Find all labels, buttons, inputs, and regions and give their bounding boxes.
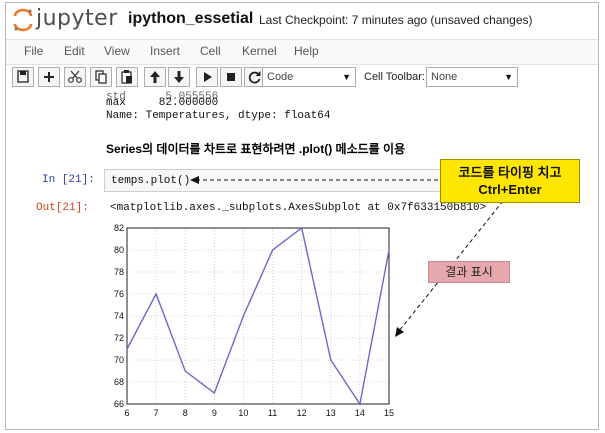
notebook-window: jupyter ipython_essetial Last Checkpoint…: [5, 2, 599, 430]
x-tick-label: 8: [183, 408, 188, 418]
y-tick-label: 74: [114, 311, 124, 321]
x-tick-label: 12: [297, 408, 307, 418]
y-tick-label: 72: [114, 333, 124, 343]
arrowhead-down-left-icon: [395, 327, 404, 337]
x-tick-label: 15: [384, 408, 394, 418]
x-tick-label: 7: [154, 408, 159, 418]
y-tick-label: 82: [114, 223, 124, 233]
x-tick-label: 10: [238, 408, 248, 418]
y-tick-label: 76: [114, 289, 124, 299]
line-chart: 6 7 8 9 10 11 12 13 14 15666870727476788082: [114, 176, 504, 418]
y-tick-label: 66: [114, 399, 124, 409]
code-hint-callout: 코드를 타이핑 치고 Ctrl+Enter: [440, 159, 580, 203]
result-callout: 결과 표시: [428, 261, 510, 283]
x-tick-label: 13: [326, 408, 336, 418]
arrowhead-left-icon: [190, 176, 199, 184]
y-tick-label: 80: [114, 245, 124, 255]
x-tick-label: 11: [268, 408, 277, 418]
y-tick-label: 70: [114, 355, 124, 365]
code-hint-text: 코드를 타이핑 치고: [458, 165, 562, 180]
x-tick-label: 14: [355, 408, 365, 418]
y-tick-label: 68: [114, 377, 124, 387]
x-tick-label: 6: [124, 408, 129, 418]
code-hint-keys: Ctrl+Enter: [478, 182, 542, 197]
y-tick-label: 78: [114, 267, 124, 277]
x-tick-label: 9: [212, 408, 217, 418]
